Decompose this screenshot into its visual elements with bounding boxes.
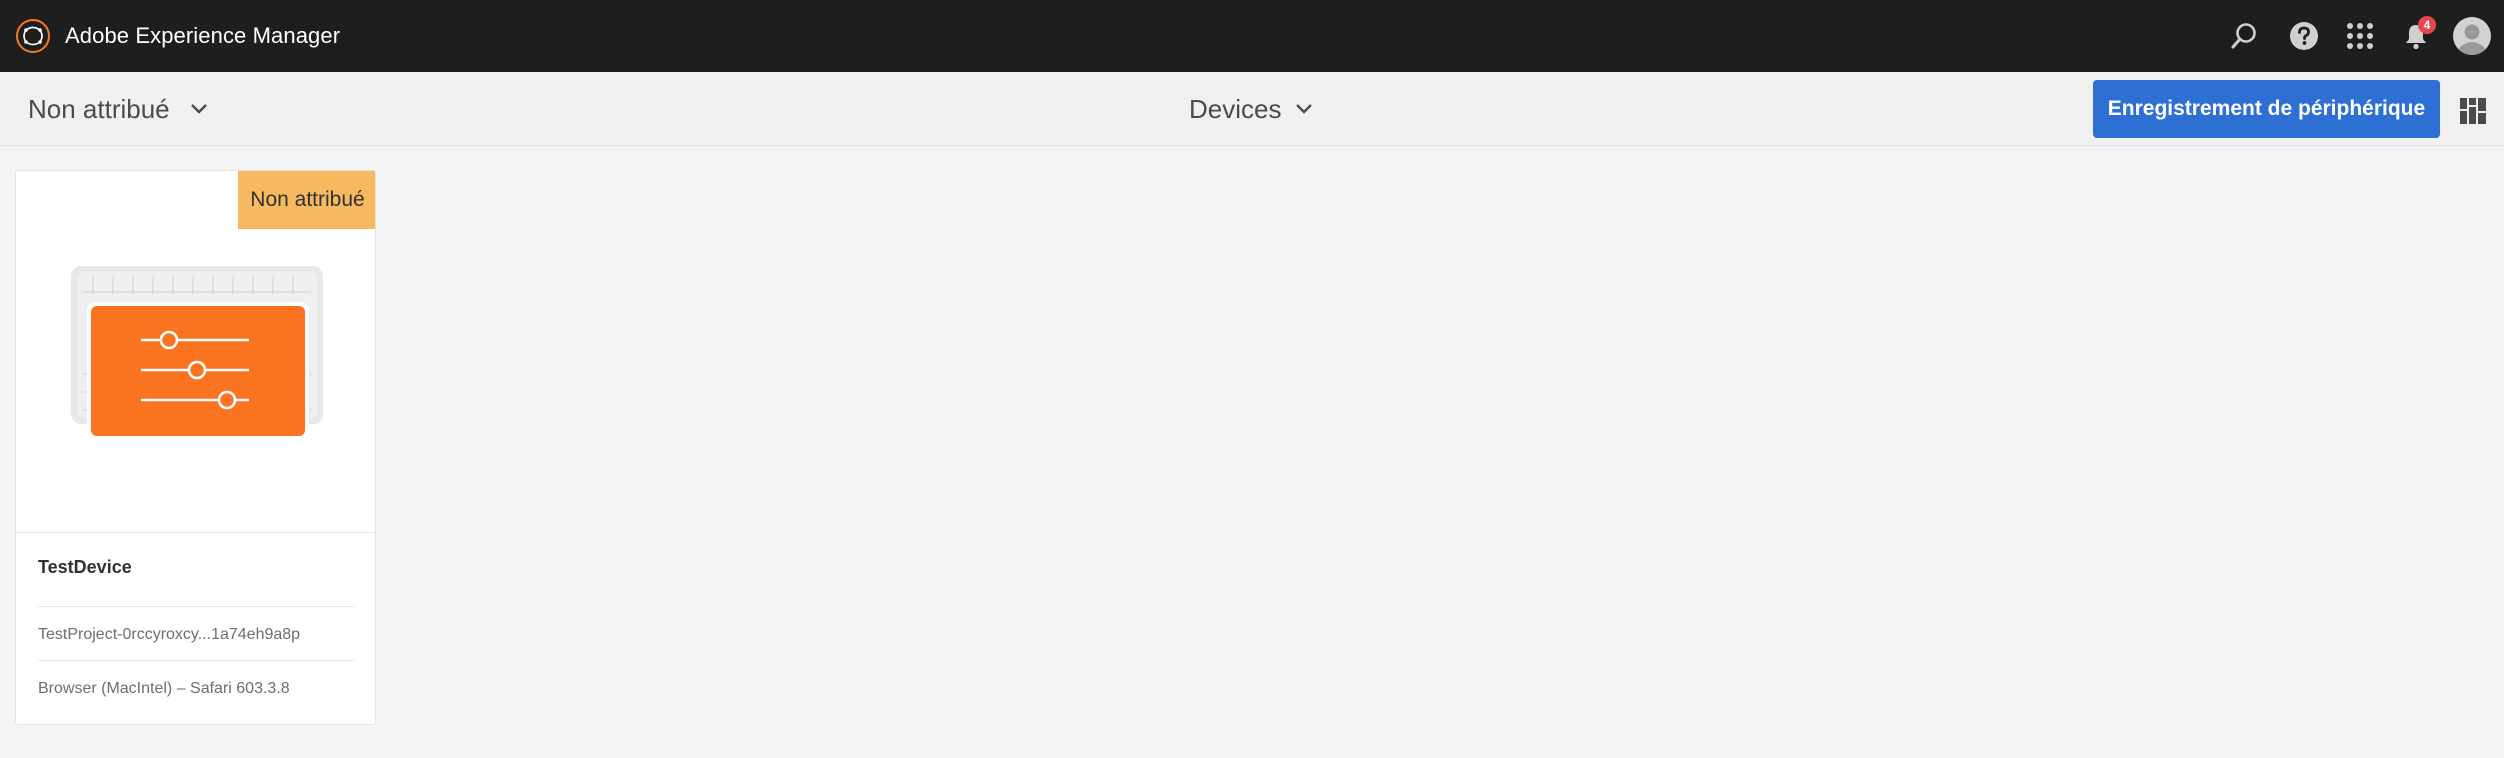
user-avatar-icon bbox=[2453, 17, 2491, 55]
view-switcher-dropdown[interactable]: Devices bbox=[1189, 72, 1313, 146]
solutions-button[interactable] bbox=[2332, 0, 2388, 72]
device-card-body: TestDevice TestProject-0rccyroxcy...1a74… bbox=[16, 533, 375, 724]
notifications-button[interactable]: 4 bbox=[2388, 0, 2444, 72]
user-menu-button[interactable] bbox=[2444, 0, 2500, 72]
device-registration-button[interactable]: Enregistrement de périphérique bbox=[2093, 80, 2440, 138]
shell-header: Adobe Experience Manager 4 bbox=[0, 0, 2504, 72]
device-card-thumbnail: Non attribué bbox=[16, 171, 375, 533]
device-settings-illustration-icon bbox=[71, 266, 323, 440]
device-card[interactable]: Non attribué TestDevice TestProject-0rcc… bbox=[15, 170, 376, 725]
view-title: Devices bbox=[1189, 93, 1282, 124]
device-project: TestProject-0rccyroxcy...1a74eh9a8p bbox=[38, 626, 301, 643]
notification-badge: 4 bbox=[2418, 16, 2436, 34]
status-tag: Non attribué bbox=[238, 171, 375, 229]
search-icon bbox=[2231, 23, 2256, 49]
app-title: Adobe Experience Manager bbox=[65, 23, 341, 48]
chevron-down-icon bbox=[190, 104, 207, 114]
aem-logo-icon bbox=[16, 19, 50, 53]
device-browser: Browser (MacIntel) – Safari 603.3.8 bbox=[38, 680, 290, 697]
solutions-grid-icon bbox=[2347, 23, 2373, 49]
status-filter-dropdown[interactable]: Non attribué bbox=[28, 72, 208, 146]
divider bbox=[38, 606, 355, 607]
search-button[interactable] bbox=[2216, 0, 2272, 72]
brand[interactable]: Adobe Experience Manager bbox=[15, 18, 340, 54]
help-icon bbox=[2290, 22, 2318, 50]
status-filter-label: Non attribué bbox=[28, 93, 170, 124]
shell-actions: 4 bbox=[2216, 0, 2504, 72]
device-name: TestDevice bbox=[38, 557, 132, 577]
card-view-layout-icon[interactable] bbox=[2460, 98, 2486, 124]
action-bar: Non attribué Devices Enregistrement de p… bbox=[0, 72, 2504, 146]
help-button[interactable] bbox=[2276, 0, 2332, 72]
divider bbox=[38, 660, 355, 661]
chevron-down-icon bbox=[1296, 104, 1313, 114]
